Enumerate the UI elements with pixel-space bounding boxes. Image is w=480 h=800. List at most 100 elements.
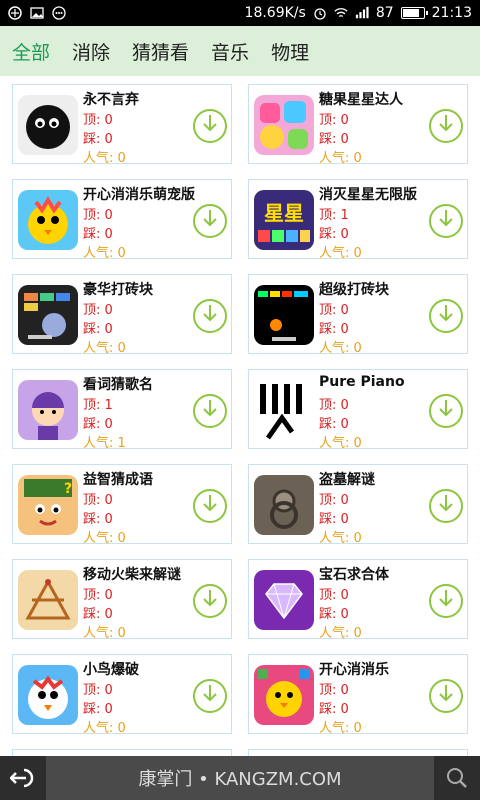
download-arrow-icon	[200, 588, 220, 614]
app-name: 盗墓解谜	[319, 472, 375, 488]
downvote-count: 踩: 0	[319, 322, 349, 337]
happy-chick-icon[interactable]	[254, 665, 314, 725]
search-button[interactable]	[434, 756, 480, 800]
gem-icon[interactable]	[254, 570, 314, 630]
download-arrow-icon	[436, 683, 456, 709]
app-card[interactable]: Pure Piano 顶: 0 踩: 0 人气: 0	[248, 369, 468, 451]
popularity-count: 人气: 0	[319, 341, 362, 356]
matchstick-icon[interactable]	[18, 570, 78, 630]
alarm-icon	[313, 6, 327, 20]
app-card[interactable]: 星星 消灭星星无限版 顶: 1 踩: 0 人气: 0	[248, 179, 468, 261]
download-arrow-icon	[200, 208, 220, 234]
signal-icon	[355, 6, 369, 20]
download-button[interactable]	[193, 394, 227, 428]
mirror-icon	[8, 6, 22, 20]
black-blob-icon[interactable]	[18, 95, 78, 155]
download-button[interactable]	[429, 109, 463, 143]
app-card[interactable]: 超级打砖块 顶: 0 踩: 0 人气: 0	[248, 274, 468, 356]
upvote-count: 顶: 1	[83, 398, 113, 413]
tab-physics[interactable]: 物理	[271, 38, 309, 65]
download-button[interactable]	[429, 584, 463, 618]
app-card[interactable]: 盗墓解谜 顶: 0 踩: 0 人气: 0	[248, 464, 468, 546]
downvote-count: 踩: 0	[319, 132, 349, 147]
download-arrow-icon	[436, 303, 456, 329]
app-card[interactable]: 宝石求合体 顶: 0 踩: 0 人气: 0	[248, 559, 468, 641]
popularity-count: 人气: 0	[319, 531, 362, 546]
tab-eliminate[interactable]: 消除	[72, 38, 110, 65]
back-button[interactable]	[0, 756, 46, 800]
downvote-count: 踩: 0	[83, 132, 113, 147]
battery-percent: 87	[375, 5, 394, 21]
download-button[interactable]	[429, 204, 463, 238]
app-card[interactable]: ? 益智猜成语 顶: 0 踩: 0 人气: 0	[12, 464, 232, 546]
bricks-icon[interactable]	[18, 285, 78, 345]
door-ring-icon[interactable]	[254, 475, 314, 535]
app-name: 宝石求合体	[319, 567, 389, 583]
download-arrow-icon	[200, 398, 220, 424]
piano-icon[interactable]	[254, 380, 314, 440]
download-button[interactable]	[193, 109, 227, 143]
idiom-face-icon[interactable]: ?	[18, 475, 78, 535]
bird-icon[interactable]	[18, 665, 78, 725]
downvote-count: 踩: 0	[83, 322, 113, 337]
download-button[interactable]	[193, 299, 227, 333]
star-blocks-icon[interactable]: 星星	[254, 190, 314, 250]
app-name: 开心消消乐	[319, 662, 389, 678]
download-button[interactable]	[193, 679, 227, 713]
upvote-count: 顶: 0	[83, 493, 113, 508]
app-card[interactable]: 糖果星星达人 顶: 0 踩: 0 人气: 0	[248, 84, 468, 166]
neon-bricks-icon[interactable]	[254, 285, 314, 345]
tab-all[interactable]: 全部	[12, 38, 50, 65]
popularity-count: 人气: 0	[83, 246, 126, 261]
app-name: 永不言弃	[83, 92, 139, 108]
downvote-count: 踩: 0	[83, 417, 113, 432]
app-card[interactable]: 移动火柴来解谜 顶: 0 踩: 0 人气: 0	[12, 559, 232, 641]
downvote-count: 踩: 0	[319, 417, 349, 432]
clock: 21:13	[431, 5, 472, 21]
download-arrow-icon	[436, 493, 456, 519]
upvote-count: 顶: 0	[319, 113, 349, 128]
upvote-count: 顶: 0	[319, 683, 349, 698]
app-card[interactable]: 100泡泡球	[248, 749, 468, 756]
candy-icon[interactable]	[254, 95, 314, 155]
download-button[interactable]	[429, 299, 463, 333]
download-arrow-icon	[200, 493, 220, 519]
app-name: 移动火柴来解谜	[83, 567, 181, 583]
download-arrow-icon	[200, 113, 220, 139]
popularity-count: 人气: 0	[83, 531, 126, 546]
app-name: 开心消消乐萌宠版	[83, 187, 195, 203]
download-arrow-icon	[436, 588, 456, 614]
popularity-count: 人气: 0	[83, 626, 126, 641]
upvote-count: 顶: 0	[319, 398, 349, 413]
download-button[interactable]	[193, 584, 227, 618]
app-name: 豪华打砖块	[83, 282, 153, 298]
tab-music[interactable]: 音乐	[211, 38, 249, 65]
download-button[interactable]	[429, 394, 463, 428]
upvote-count: 顶: 0	[83, 303, 113, 318]
popularity-count: 人气: 0	[319, 246, 362, 261]
downvote-count: 踩: 0	[319, 512, 349, 527]
search-icon	[447, 768, 467, 788]
download-button[interactable]	[429, 489, 463, 523]
bottom-bar: 康掌门 • KANGZM.COM	[0, 756, 480, 800]
popularity-count: 人气: 0	[83, 341, 126, 356]
app-card[interactable]: 疯狂猜图	[12, 749, 232, 756]
app-card[interactable]: 永不言弃 顶: 0 踩: 0 人气: 0	[12, 84, 232, 166]
app-card[interactable]: 开心消消乐 顶: 0 踩: 0 人气: 0	[248, 654, 468, 736]
download-arrow-icon	[436, 208, 456, 234]
app-card[interactable]: 小鸟爆破 顶: 0 踩: 0 人气: 0	[12, 654, 232, 736]
download-button[interactable]	[429, 679, 463, 713]
upvote-count: 顶: 0	[319, 588, 349, 603]
chick-icon[interactable]	[18, 190, 78, 250]
download-arrow-icon	[436, 398, 456, 424]
download-button[interactable]	[193, 204, 227, 238]
downvote-count: 踩: 0	[319, 702, 349, 717]
app-card[interactable]: 开心消消乐萌宠版 顶: 0 踩: 0 人气: 0	[12, 179, 232, 261]
app-card[interactable]: 豪华打砖块顶: 0 踩: 0 人气: 0	[12, 274, 232, 356]
download-button[interactable]	[193, 489, 227, 523]
svg-text:?: ?	[64, 481, 72, 497]
tab-guess[interactable]: 猜猜看	[132, 38, 189, 65]
app-name: 益智猜成语	[83, 472, 153, 488]
singer-icon[interactable]	[18, 380, 78, 440]
app-card[interactable]: 看词猜歌名 顶: 1 踩: 0 人气: 1	[12, 369, 232, 451]
